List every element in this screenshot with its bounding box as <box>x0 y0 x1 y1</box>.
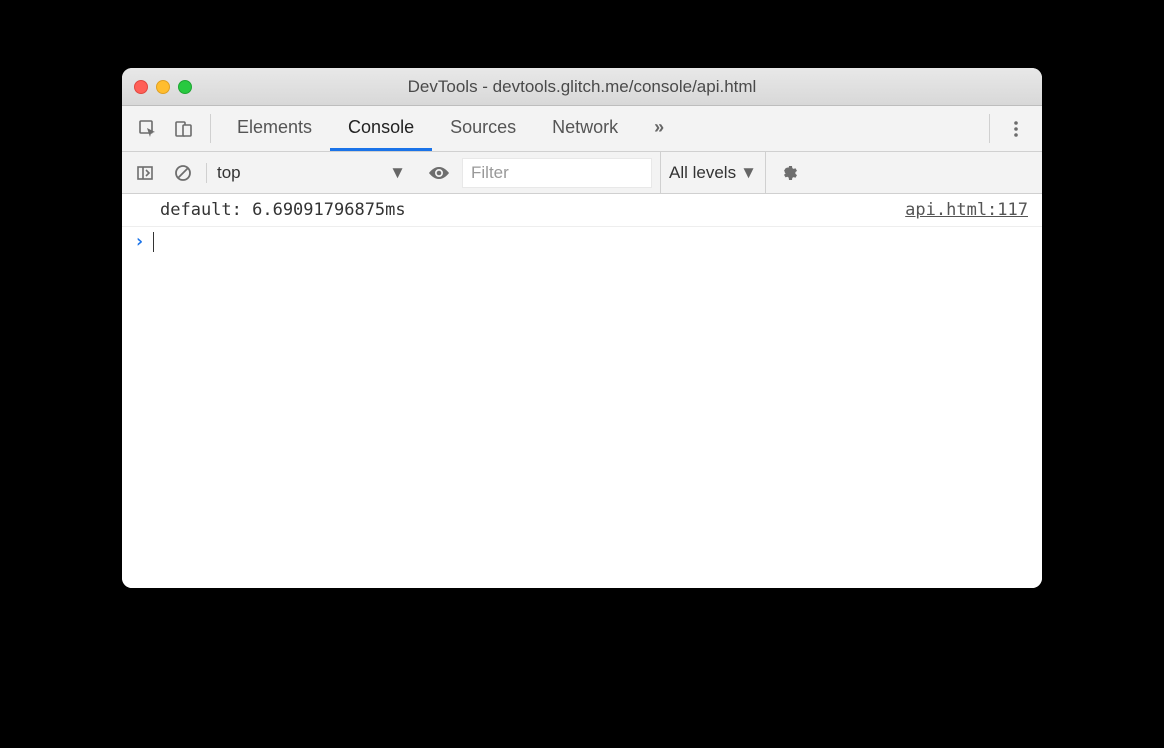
window-controls <box>134 80 192 94</box>
tab-overflow-button[interactable]: » <box>636 106 682 151</box>
console-settings-icon[interactable] <box>774 158 804 188</box>
minimize-window-button[interactable] <box>156 80 170 94</box>
tab-console[interactable]: Console <box>330 106 432 151</box>
dropdown-triangle-icon: ▼ <box>389 163 406 183</box>
dropdown-triangle-icon: ▼ <box>740 163 757 183</box>
prompt-chevron-icon: › <box>134 231 145 252</box>
clear-console-icon[interactable] <box>168 158 198 188</box>
live-expression-icon[interactable] <box>424 158 454 188</box>
maximize-window-button[interactable] <box>178 80 192 94</box>
levels-label: All levels <box>669 163 736 183</box>
log-message: default: 6.69091796875ms <box>160 200 406 220</box>
tab-network[interactable]: Network <box>534 106 636 151</box>
console-prompt[interactable]: › <box>122 227 1042 256</box>
inspect-element-icon[interactable] <box>130 106 166 151</box>
context-selector[interactable]: top ▼ <box>206 163 416 183</box>
panel-tabbar: Elements Console Sources Network » <box>122 106 1042 152</box>
tab-elements[interactable]: Elements <box>219 106 330 151</box>
console-toolbar: top ▼ All levels ▼ <box>122 152 1042 194</box>
titlebar: DevTools - devtools.glitch.me/console/ap… <box>122 68 1042 106</box>
log-source-link[interactable]: api.html:117 <box>905 200 1028 220</box>
separator <box>210 114 211 143</box>
context-label: top <box>217 163 241 183</box>
filter-input[interactable] <box>462 158 652 188</box>
toggle-sidebar-icon[interactable] <box>130 158 160 188</box>
devtools-window: DevTools - devtools.glitch.me/console/ap… <box>122 68 1042 588</box>
tab-sources[interactable]: Sources <box>432 106 534 151</box>
console-input[interactable] <box>153 232 1030 252</box>
more-options-icon[interactable] <box>998 106 1034 151</box>
window-title: DevTools - devtools.glitch.me/console/ap… <box>122 77 1042 97</box>
panel-tabs: Elements Console Sources Network » <box>219 106 682 151</box>
log-levels-selector[interactable]: All levels ▼ <box>660 152 766 193</box>
device-toolbar-icon[interactable] <box>166 106 202 151</box>
close-window-button[interactable] <box>134 80 148 94</box>
console-log-row: default: 6.69091796875ms api.html:117 <box>122 194 1042 227</box>
console-output: default: 6.69091796875ms api.html:117 › <box>122 194 1042 588</box>
separator <box>989 114 990 143</box>
